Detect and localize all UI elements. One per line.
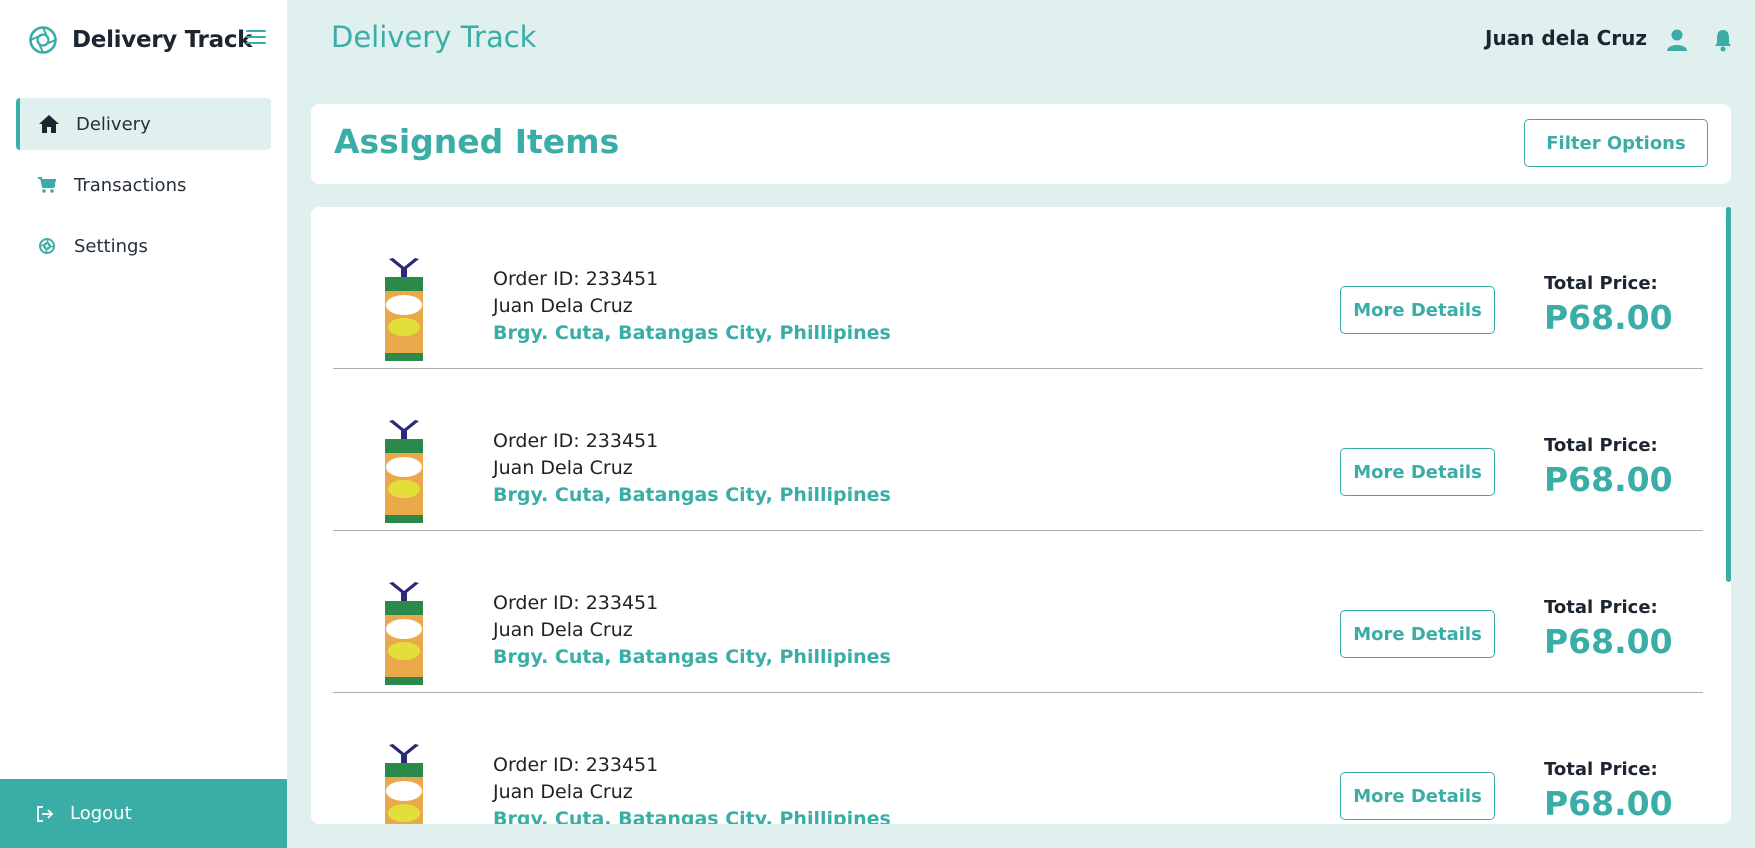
sidebar: Delivery Track Delivery Transactions Set… — [0, 0, 287, 848]
bell-icon[interactable] — [1713, 28, 1733, 52]
logout-icon — [37, 805, 54, 822]
more-details-button[interactable]: More Details — [1340, 610, 1495, 658]
customer-name: Juan Dela Cruz — [493, 619, 633, 641]
order-info: Order ID: 233451 Juan Dela Cruz Brgy. Cu… — [493, 266, 891, 347]
list-item: Order ID: 233451 Juan Dela Cruz Brgy. Cu… — [333, 531, 1703, 693]
bread-product-image — [385, 258, 423, 361]
aperture-logo-icon — [29, 26, 57, 54]
logout-label: Logout — [70, 803, 132, 824]
list-scrollbar[interactable] — [1726, 207, 1731, 582]
brand: Delivery Track — [28, 22, 252, 58]
price-block: Total Price: P68.00 — [1544, 273, 1673, 337]
list-item: Order ID: 233451 Juan Dela Cruz Brgy. Cu… — [333, 207, 1703, 369]
price-value: P68.00 — [1544, 298, 1673, 337]
page-title: Delivery Track — [331, 20, 537, 54]
sidebar-item-delivery[interactable]: Delivery — [16, 98, 271, 150]
order-info: Order ID: 233451 Juan Dela Cruz Brgy. Cu… — [493, 428, 891, 509]
gear-icon — [36, 235, 58, 257]
sidebar-item-label: Delivery — [76, 113, 151, 135]
bread-product-image — [385, 420, 423, 523]
user-icon[interactable] — [1666, 28, 1688, 52]
delivery-address: Brgy. Cuta, Batangas City, Phillipines — [493, 322, 891, 344]
home-icon — [38, 113, 60, 135]
customer-name: Juan Dela Cruz — [493, 295, 633, 317]
order-info: Order ID: 233451 Juan Dela Cruz Brgy. Cu… — [493, 752, 891, 824]
price-value: P68.00 — [1544, 622, 1673, 661]
price-label: Total Price: — [1544, 597, 1658, 618]
more-details-button[interactable]: More Details — [1340, 286, 1495, 334]
assigned-items-bar: Assigned Items Filter Options — [311, 104, 1731, 184]
bread-product-image — [385, 582, 423, 685]
orders-list: Order ID: 233451 Juan Dela Cruz Brgy. Cu… — [311, 207, 1731, 824]
price-label: Total Price: — [1544, 759, 1658, 780]
hamburger-menu-icon[interactable] — [246, 30, 266, 44]
filter-options-button[interactable]: Filter Options — [1524, 119, 1708, 167]
customer-name: Juan Dela Cruz — [493, 457, 633, 479]
brand-title: Delivery Track — [72, 27, 253, 53]
price-block: Total Price: P68.00 — [1544, 759, 1673, 823]
customer-name: Juan Dela Cruz — [493, 781, 633, 803]
price-label: Total Price: — [1544, 273, 1658, 294]
price-block: Total Price: P68.00 — [1544, 597, 1673, 661]
order-id: Order ID: 233451 — [493, 268, 659, 290]
sidebar-item-transactions[interactable]: Transactions — [16, 159, 271, 211]
more-details-button[interactable]: More Details — [1340, 448, 1495, 496]
sidebar-nav: Delivery Transactions Settings — [16, 98, 271, 281]
price-label: Total Price: — [1544, 435, 1658, 456]
cart-icon — [36, 174, 58, 196]
order-id: Order ID: 233451 — [493, 592, 659, 614]
logout-button[interactable]: Logout — [0, 779, 287, 848]
list-item: Order ID: 233451 Juan Dela Cruz Brgy. Cu… — [333, 369, 1703, 531]
list-item: Order ID: 233451 Juan Dela Cruz Brgy. Cu… — [333, 693, 1703, 824]
bread-product-image — [385, 744, 423, 824]
price-value: P68.00 — [1544, 784, 1673, 823]
price-block: Total Price: P68.00 — [1544, 435, 1673, 499]
sidebar-item-label: Settings — [74, 235, 148, 257]
assigned-items-title: Assigned Items — [334, 122, 620, 161]
order-info: Order ID: 233451 Juan Dela Cruz Brgy. Cu… — [493, 590, 891, 671]
price-value: P68.00 — [1544, 460, 1673, 499]
more-details-button[interactable]: More Details — [1340, 772, 1495, 820]
sidebar-item-settings[interactable]: Settings — [16, 220, 271, 272]
user-name: Juan dela Cruz — [1485, 26, 1647, 50]
sidebar-item-label: Transactions — [74, 174, 187, 196]
order-id: Order ID: 233451 — [493, 754, 659, 776]
delivery-address: Brgy. Cuta, Batangas City, Phillipines — [493, 646, 891, 668]
delivery-address: Brgy. Cuta, Batangas City, Phillipines — [493, 484, 891, 506]
order-id: Order ID: 233451 — [493, 430, 659, 452]
delivery-address: Brgy. Cuta, Batangas City, Phillipines — [493, 808, 891, 824]
